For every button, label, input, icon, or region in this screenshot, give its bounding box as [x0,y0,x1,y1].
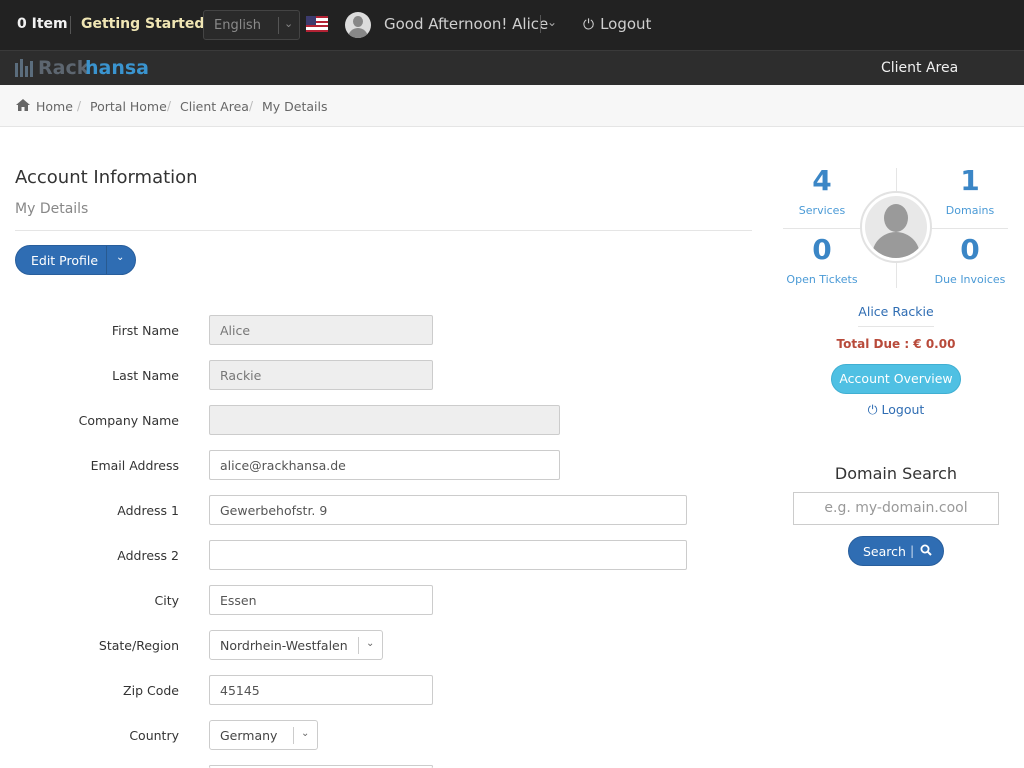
open-tickets-count[interactable]: 0 [782,233,862,266]
zip-code-label: Zip Code [123,683,179,698]
chevron-down-icon[interactable]: ⌄ [547,15,557,29]
due-invoices-label[interactable]: Due Invoices [920,273,1020,286]
country-select-value: Germany [220,728,278,743]
page-title: Account Information [15,167,198,188]
breadcrumb-portal-home[interactable]: Portal Home [90,99,167,114]
profile-avatar-icon [860,191,932,263]
chevron-down-icon: ⌄ [284,17,294,30]
top-navbar: 0 Item Getting Started English ⌄ Good Af… [0,0,1024,50]
divider [70,16,71,34]
breadcrumb-client-area[interactable]: Client Area [180,99,249,114]
open-tickets-label[interactable]: Open Tickets [772,273,872,286]
services-count[interactable]: 4 [782,164,862,197]
domain-search-button[interactable]: Search | [848,536,944,566]
first-name-label: First Name [111,323,179,338]
due-invoices-count[interactable]: 0 [930,233,1010,266]
services-label[interactable]: Services [772,204,872,217]
domains-count[interactable]: 1 [930,164,1010,197]
chevron-down-icon: ⌄ [301,728,310,739]
country-select[interactable]: Germany ⌄ [209,720,318,750]
breadcrumb: Home / Portal Home / Client Area / My De… [0,85,1024,127]
account-overview-button[interactable]: Account Overview [831,364,961,394]
greeting-menu[interactable]: Good Afternoon! Alice [384,15,548,33]
company-name-label: Company Name [78,413,179,428]
address2-label: Address 2 [117,548,179,563]
edit-profile-button[interactable]: Edit Profile ⌄ [15,245,136,275]
breadcrumb-my-details: My Details [262,99,328,114]
search-icon [920,544,932,556]
country-label: Country [129,728,179,743]
logo-bars-icon [15,59,33,77]
address2-field[interactable] [209,540,687,570]
chevron-down-icon: ⌄ [366,638,375,649]
user-name-link[interactable]: Alice Rackie [796,304,996,319]
language-select[interactable]: English ⌄ [203,10,300,40]
logout-link-sidebar[interactable]: ⏻ Logout [796,402,996,418]
language-select-value: English [214,18,261,33]
power-icon: ⏻ [583,17,595,33]
email-field[interactable]: alice@rackhansa.de [209,450,560,480]
company-name-field[interactable] [209,405,560,435]
user-avatar-icon[interactable] [345,12,371,38]
us-flag-icon[interactable] [306,16,328,32]
first-name-field[interactable]: Alice [209,315,433,345]
chevron-down-icon[interactable]: ⌄ [116,252,124,263]
zip-code-field[interactable]: 45145 [209,675,433,705]
home-icon [16,99,30,111]
last-name-label: Last Name [112,368,179,383]
email-label: Email Address [90,458,179,473]
cart-items-link[interactable]: 0 Item [17,16,68,32]
address1-label: Address 1 [117,503,179,518]
client-area-link[interactable]: Client Area [881,60,958,76]
address1-field[interactable]: Gewerbehofstr. 9 [209,495,687,525]
power-icon: ⏻ [867,402,882,417]
city-field[interactable]: Essen [209,585,433,615]
last-name-field[interactable]: Rackie [209,360,433,390]
total-due: Total Due : € 0.00 [836,337,956,351]
city-label: City [154,593,180,608]
page-subtitle: My Details [15,201,89,217]
brand-bar: Rack hansa Client Area [0,50,1024,85]
state-label: State/Region [98,638,179,653]
getting-started-link[interactable]: Getting Started [81,16,204,32]
breadcrumb-home[interactable]: Home [36,99,73,114]
domain-search-title: Domain Search [834,464,958,483]
domain-search-input[interactable]: e.g. my-domain.cool [793,492,999,525]
logout-link[interactable]: ⏻ Logout [583,15,651,33]
state-select[interactable]: Nordrhein-Westfalen ⌄ [209,630,383,660]
state-select-value: Nordrhein-Westfalen [220,638,348,653]
domains-label[interactable]: Domains [920,204,1020,217]
divider [15,230,752,231]
